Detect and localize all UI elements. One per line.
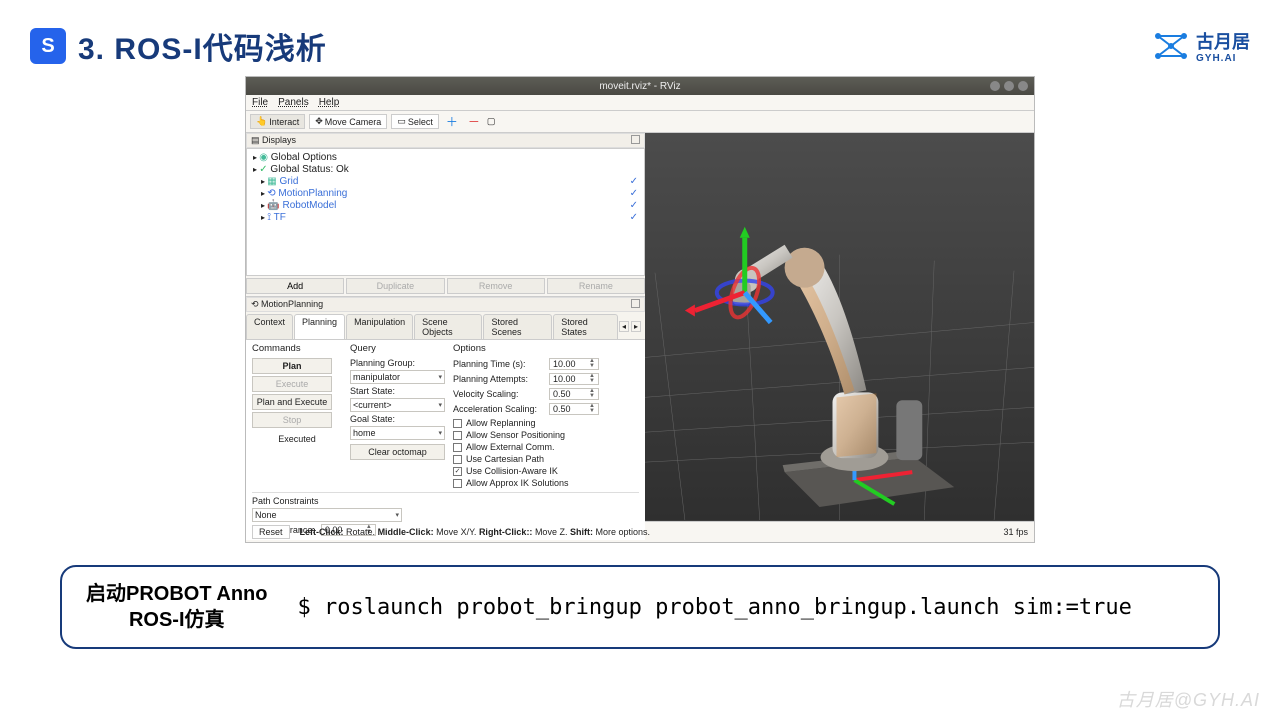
collapse-icon[interactable] <box>631 135 640 144</box>
interact-button[interactable]: 👆 Interact <box>250 114 305 129</box>
logo-icon: S <box>30 28 66 64</box>
remove-tool-icon[interactable]: － <box>465 113 483 130</box>
displays-tree[interactable]: ◉ Global Options ✓ Global Status: Ok ▦ G… <box>246 148 645 276</box>
displays-header[interactable]: ▤ Displays <box>246 133 645 148</box>
plan-execute-button[interactable]: Plan and Execute <box>252 394 332 410</box>
executed-label: Executed <box>252 434 342 444</box>
allow-replanning-checkbox[interactable] <box>453 419 462 428</box>
viewport-scene <box>645 133 1034 520</box>
query-col: Query Planning Group: manipulator Start … <box>350 343 445 488</box>
tab-stored-states[interactable]: Stored States <box>553 314 618 339</box>
allow-approx-checkbox[interactable] <box>453 479 462 488</box>
accel-scaling-input[interactable]: 0.50▲▼ <box>549 403 599 415</box>
reset-button[interactable]: Reset <box>252 525 290 539</box>
commands-col: Commands Plan Execute Plan and Execute S… <box>252 343 342 488</box>
window-controls[interactable] <box>990 81 1028 91</box>
execute-button[interactable]: Execute <box>252 376 332 392</box>
menu-file[interactable]: File <box>252 97 268 108</box>
planning-attempts-input[interactable]: 10.00▲▼ <box>549 373 599 385</box>
3d-viewport[interactable] <box>645 133 1034 521</box>
motion-planning-panel: ⟲ MotionPlanning Context Planning Manipu… <box>246 296 645 540</box>
tab-manipulation[interactable]: Manipulation <box>346 314 413 339</box>
status-hint: Left-Click: Rotate. Middle-Click: Move X… <box>300 527 650 537</box>
collapse-icon[interactable] <box>631 299 640 308</box>
watermark: 古月居@GYH.AI <box>1117 686 1260 712</box>
brand-icon <box>1154 32 1188 60</box>
command-title: 启动PROBOT Anno ROS-I仿真 <box>86 581 267 633</box>
menubar[interactable]: File Panels Help <box>246 95 1034 111</box>
select-button[interactable]: ▭ Select <box>391 114 439 129</box>
clear-octomap-button[interactable]: Clear octomap <box>350 444 445 460</box>
command-box: 启动PROBOT Anno ROS-I仿真 $ roslaunch probot… <box>60 565 1220 649</box>
goal-state-select[interactable]: home <box>350 426 445 440</box>
tab-scroll-right-icon[interactable]: ▸ <box>631 321 641 332</box>
duplicate-button[interactable]: Duplicate <box>346 278 444 294</box>
command-text: $ roslaunch probot_bringup probot_anno_b… <box>297 595 1131 620</box>
tab-planning[interactable]: Planning <box>294 314 345 339</box>
rviz-window: moveit.rviz* - RViz File Panels Help 👆 I… <box>245 76 1035 543</box>
plan-button[interactable]: Plan <box>252 358 332 374</box>
tab-stored-scenes[interactable]: Stored Scenes <box>483 314 552 339</box>
mp-tabs: Context Planning Manipulation Scene Obje… <box>246 312 645 340</box>
tool-misc-icon[interactable]: ▢ <box>487 116 496 127</box>
planning-group-select[interactable]: manipulator <box>350 370 445 384</box>
allow-external-checkbox[interactable] <box>453 443 462 452</box>
fps-label: 31 fps <box>1003 527 1028 537</box>
tab-context[interactable]: Context <box>246 314 293 339</box>
planning-time-input[interactable]: 10.00▲▼ <box>549 358 599 370</box>
mp-header[interactable]: ⟲ MotionPlanning <box>246 297 645 312</box>
options-col: Options Planning Time (s):10.00▲▼ Planni… <box>453 343 639 488</box>
slide-header: S 3. ROS-I代码浅析 古月居 GYH.AI <box>30 24 1250 68</box>
velocity-scaling-input[interactable]: 0.50▲▼ <box>549 388 599 400</box>
left-panels: ▤ Displays ◉ Global Options ✓ Global Sta… <box>246 133 645 521</box>
add-button[interactable]: Add <box>246 278 344 294</box>
menu-panels[interactable]: Panels <box>278 97 309 108</box>
start-state-select[interactable]: <current> <box>350 398 445 412</box>
display-buttons: Add Duplicate Remove Rename <box>246 276 645 296</box>
move-camera-button[interactable]: ✥ Move Camera <box>309 114 387 129</box>
use-cartesian-checkbox[interactable] <box>453 455 462 464</box>
tab-scene-objects[interactable]: Scene Objects <box>414 314 482 339</box>
rename-button[interactable]: Rename <box>547 278 645 294</box>
stop-button[interactable]: Stop <box>252 412 332 428</box>
window-title: moveit.rviz* - RViz <box>599 81 680 92</box>
menu-help[interactable]: Help <box>319 97 340 108</box>
toolbar: 👆 Interact ✥ Move Camera ▭ Select ＋ － ▢ <box>246 111 1034 133</box>
brand-logo: 古月居 GYH.AI <box>1154 28 1250 64</box>
window-titlebar[interactable]: moveit.rviz* - RViz <box>246 77 1034 95</box>
allow-sensor-checkbox[interactable] <box>453 431 462 440</box>
tab-scroll-left-icon[interactable]: ◂ <box>619 321 629 332</box>
remove-button[interactable]: Remove <box>447 278 545 294</box>
slide-title: 3. ROS-I代码浅析 <box>78 24 327 68</box>
use-collision-checkbox[interactable]: ✓ <box>453 467 462 476</box>
path-constraints-select[interactable]: None <box>252 508 402 522</box>
add-tool-icon[interactable]: ＋ <box>443 113 461 130</box>
